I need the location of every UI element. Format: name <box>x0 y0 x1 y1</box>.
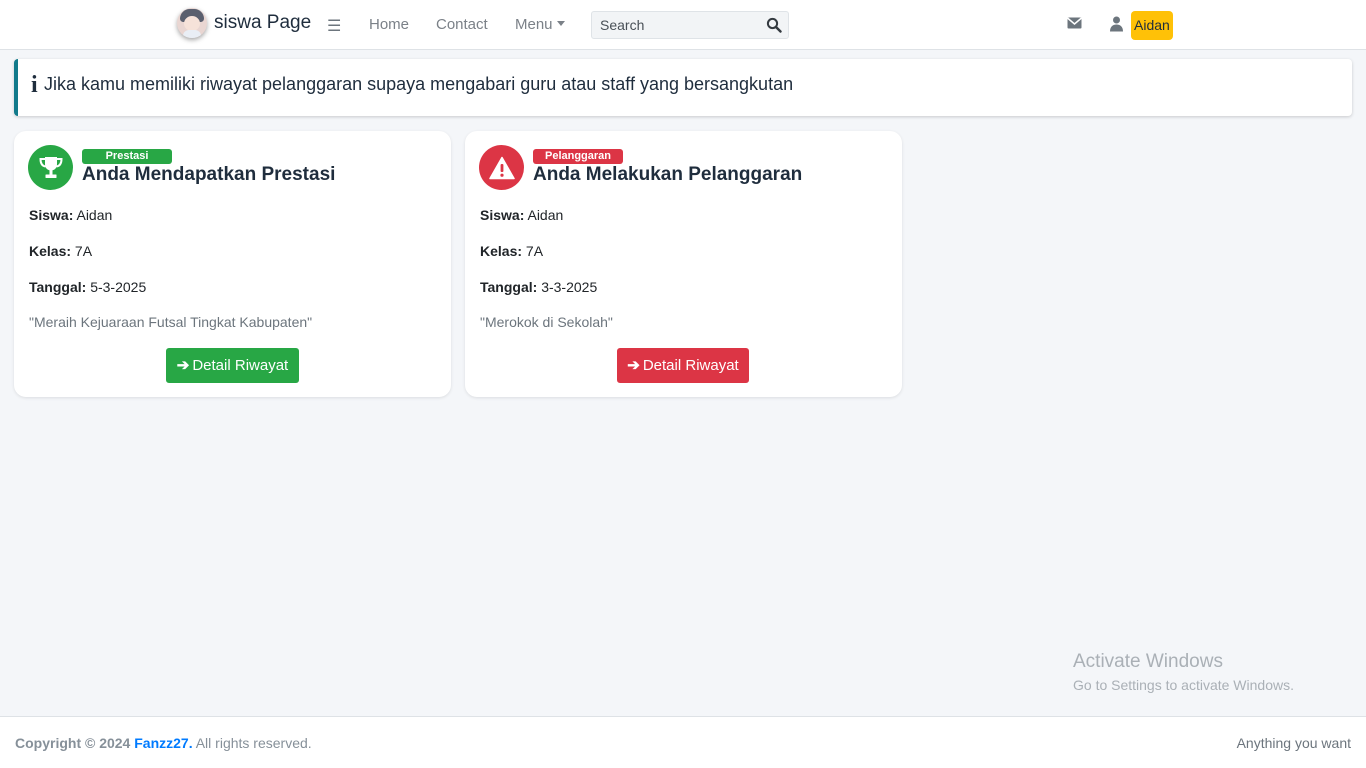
field-siswa: Siswa: Aidan <box>480 207 563 223</box>
detail-riwayat-label: Detail Riwayat <box>642 357 739 374</box>
footer-right-text: Anything you want <box>1236 735 1351 751</box>
page-footer: Copyright © 2024 Fanzz27. All rights res… <box>0 716 1366 768</box>
messages-button[interactable] <box>1066 16 1083 30</box>
field-kelas-value: 7A <box>525 243 544 259</box>
rights-text: All rights reserved. <box>195 735 312 751</box>
field-kelas: Kelas: 7A <box>480 243 543 259</box>
field-tanggal-value: 5-3-2025 <box>90 279 147 295</box>
user-icon[interactable] <box>1110 16 1123 32</box>
achievement-icon-circle <box>28 145 73 190</box>
activate-windows-subtitle: Go to Settings to activate Windows. <box>1073 677 1294 693</box>
field-tanggal: Tanggal: 5-3-2025 <box>29 279 146 295</box>
achievement-card: Prestasi Anda Mendapatkan Prestasi Siswa… <box>14 131 451 397</box>
detail-riwayat-button[interactable]: ➔ Detail Riwayat <box>166 348 299 383</box>
search-icon <box>766 17 782 33</box>
violation-card: Pelanggaran Anda Melakukan Pelanggaran S… <box>465 131 902 397</box>
search-form <box>591 11 789 39</box>
warning-icon <box>488 156 515 179</box>
achievement-description: "Meraih Kejuaraan Futsal Tingkat Kabupat… <box>29 314 313 330</box>
arrow-right-icon: ➔ <box>176 357 190 374</box>
nav-link-contact[interactable]: Contact <box>436 16 488 33</box>
field-siswa-value: Aidan <box>76 207 113 223</box>
field-kelas-label: Kelas: <box>29 243 72 259</box>
nav-dropdown-menu[interactable]: Menu <box>515 16 565 33</box>
copyright-text: Copyright © 2024 <box>15 735 131 751</box>
field-siswa-label: Siswa: <box>480 207 525 223</box>
field-siswa: Siswa: Aidan <box>29 207 112 223</box>
search-input[interactable] <box>592 12 762 38</box>
brand-logo <box>177 8 207 38</box>
detail-riwayat-label: Detail Riwayat <box>192 357 289 374</box>
brand-link[interactable]: siswa Page <box>177 8 311 38</box>
search-button[interactable] <box>766 17 782 33</box>
field-tanggal-label: Tanggal: <box>480 279 538 295</box>
info-callout: i Jika kamu memiliki riwayat pelanggaran… <box>14 59 1352 116</box>
hamburger-icon[interactable]: ☰ <box>327 16 341 36</box>
violation-icon-circle <box>479 145 524 190</box>
brand-text: siswa Page <box>214 12 312 33</box>
activate-windows-title: Activate Windows <box>1073 651 1223 672</box>
violation-badge: Pelanggaran <box>533 149 623 164</box>
detail-riwayat-button[interactable]: ➔ Detail Riwayat <box>617 348 749 383</box>
field-tanggal: Tanggal: 3-3-2025 <box>480 279 597 295</box>
top-navbar: siswa Page ☰ Home Contact Menu Aidan <box>0 0 1366 50</box>
nav-menu-label: Menu <box>515 16 553 33</box>
info-icon: i <box>31 72 38 98</box>
arrow-right-icon: ➔ <box>627 357 640 374</box>
achievement-badge: Prestasi <box>82 149 172 164</box>
nav-link-home[interactable]: Home <box>369 16 409 33</box>
footer-copyright: Copyright © 2024 Fanzz27. All rights res… <box>15 735 312 751</box>
field-kelas-label: Kelas: <box>480 243 523 259</box>
field-kelas: Kelas: 7A <box>29 243 92 259</box>
envelope-icon <box>1067 17 1082 29</box>
field-tanggal-label: Tanggal: <box>29 279 87 295</box>
achievement-title: Anda Mendapatkan Prestasi <box>82 164 336 185</box>
trophy-icon <box>38 156 63 178</box>
user-name-badge[interactable]: Aidan <box>1131 11 1173 40</box>
violation-description: "Merokok di Sekolah" <box>480 314 613 330</box>
caret-down-icon <box>556 21 565 26</box>
footer-author-link[interactable]: Fanzz27. <box>134 735 192 751</box>
field-siswa-label: Siswa: <box>29 207 74 223</box>
field-siswa-value: Aidan <box>527 207 564 223</box>
violation-title: Anda Melakukan Pelanggaran <box>533 164 803 185</box>
field-kelas-value: 7A <box>74 243 93 259</box>
callout-text: Jika kamu memiliki riwayat pelanggaran s… <box>44 74 794 94</box>
field-tanggal-value: 3-3-2025 <box>541 279 598 295</box>
